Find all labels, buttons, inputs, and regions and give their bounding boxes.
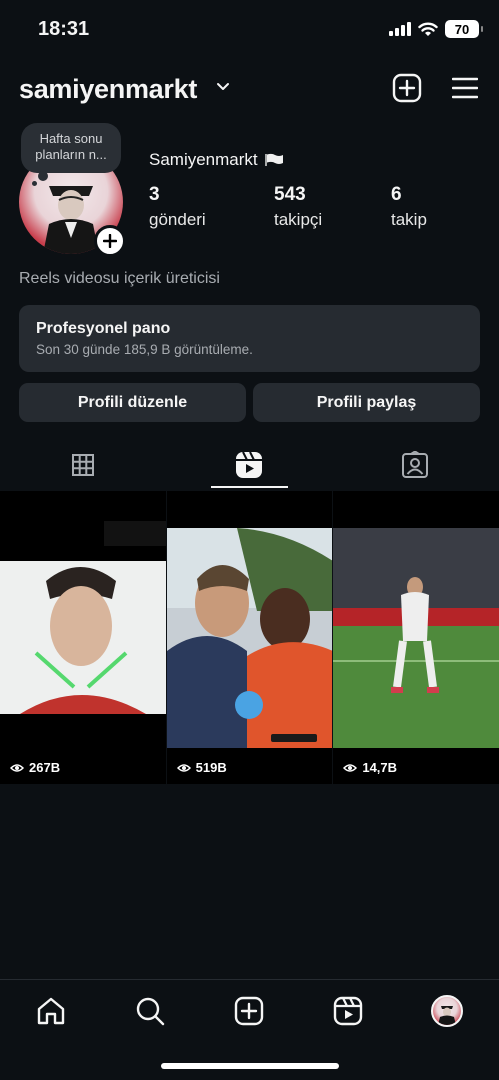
note-bubble-tail-small	[32, 181, 37, 186]
profile-avatar-icon	[431, 995, 463, 1027]
chevron-down-icon[interactable]	[216, 82, 230, 92]
reels-icon	[333, 996, 363, 1026]
note-bubble-tail	[38, 171, 48, 181]
wifi-icon	[418, 22, 438, 36]
dashboard-title: Profesyonel pano	[36, 320, 171, 337]
menu-icon[interactable]	[452, 77, 478, 99]
stat-label: gönderi	[149, 210, 206, 229]
tagged-icon	[402, 450, 428, 478]
reel-view-count: 14,7B	[343, 760, 397, 775]
stat-label: takipçi	[274, 210, 323, 229]
nav-search[interactable]	[133, 994, 167, 1028]
tab-grid[interactable]	[0, 440, 166, 489]
professional-dashboard[interactable]: Profesyonel pano Son 30 günde 185,9 B gö…	[19, 305, 480, 372]
profile-tabs	[0, 440, 499, 489]
status-time: 18:31	[38, 18, 90, 40]
stat-followers[interactable]: 543 takipçi	[274, 184, 322, 230]
create-icon	[234, 996, 264, 1026]
note-text: Hafta sonu planların n...	[35, 131, 107, 162]
dashboard-subtitle: Son 30 günde 185,9 B görüntüleme.	[36, 342, 253, 357]
reels-grid: 267B 519B 14,7B	[0, 491, 499, 784]
reel-image	[166, 491, 333, 784]
reel-thumbnail[interactable]: 519B	[166, 491, 333, 784]
eye-icon	[343, 763, 358, 772]
display-name: Samiyenmarkt	[149, 150, 284, 170]
home-icon	[37, 997, 65, 1025]
reel-view-count: 267B	[10, 760, 60, 775]
stat-value: 543	[274, 184, 306, 205]
active-tab-indicator	[211, 486, 288, 488]
grid-icon	[72, 453, 94, 476]
share-profile-button[interactable]: Profili paylaş	[253, 383, 480, 422]
home-indicator	[161, 1063, 339, 1069]
flag-icon	[264, 153, 283, 166]
add-story-button[interactable]	[94, 225, 126, 257]
nav-profile[interactable]	[430, 994, 464, 1028]
search-icon	[136, 997, 165, 1026]
stat-posts[interactable]: 3 gönderi	[149, 184, 206, 230]
stat-value: 6	[391, 184, 402, 205]
reel-image	[333, 491, 499, 784]
cellular-signal-icon	[389, 22, 411, 36]
reel-image	[0, 491, 166, 784]
profile-header: samiyenmarkt	[0, 68, 499, 112]
profile-bio: Reels videosu içerik üreticisi	[19, 270, 220, 287]
plus-icon	[103, 234, 117, 248]
nav-reels[interactable]	[331, 994, 365, 1028]
reels-icon	[236, 451, 262, 478]
stat-label: takip	[391, 210, 427, 229]
edit-profile-button[interactable]: Profili düzenle	[19, 383, 246, 422]
nav-create[interactable]	[232, 994, 266, 1028]
account-username[interactable]: samiyenmarkt	[19, 74, 197, 105]
tab-reels[interactable]	[166, 440, 332, 489]
eye-icon	[176, 763, 191, 772]
battery-indicator: 70	[445, 20, 483, 38]
tab-tagged[interactable]	[332, 440, 498, 489]
eye-icon	[10, 763, 24, 772]
status-bar: 18:31 70	[0, 0, 499, 60]
create-icon[interactable]	[392, 73, 422, 103]
note-bubble[interactable]: Hafta sonu planların n...	[21, 123, 121, 173]
stat-following[interactable]: 6 takip	[391, 184, 427, 230]
reel-view-count: 519B	[176, 760, 227, 775]
reel-thumbnail[interactable]: 267B	[0, 491, 166, 784]
stat-value: 3	[149, 184, 160, 205]
nav-home[interactable]	[34, 994, 68, 1028]
reel-thumbnail[interactable]: 14,7B	[333, 491, 499, 784]
